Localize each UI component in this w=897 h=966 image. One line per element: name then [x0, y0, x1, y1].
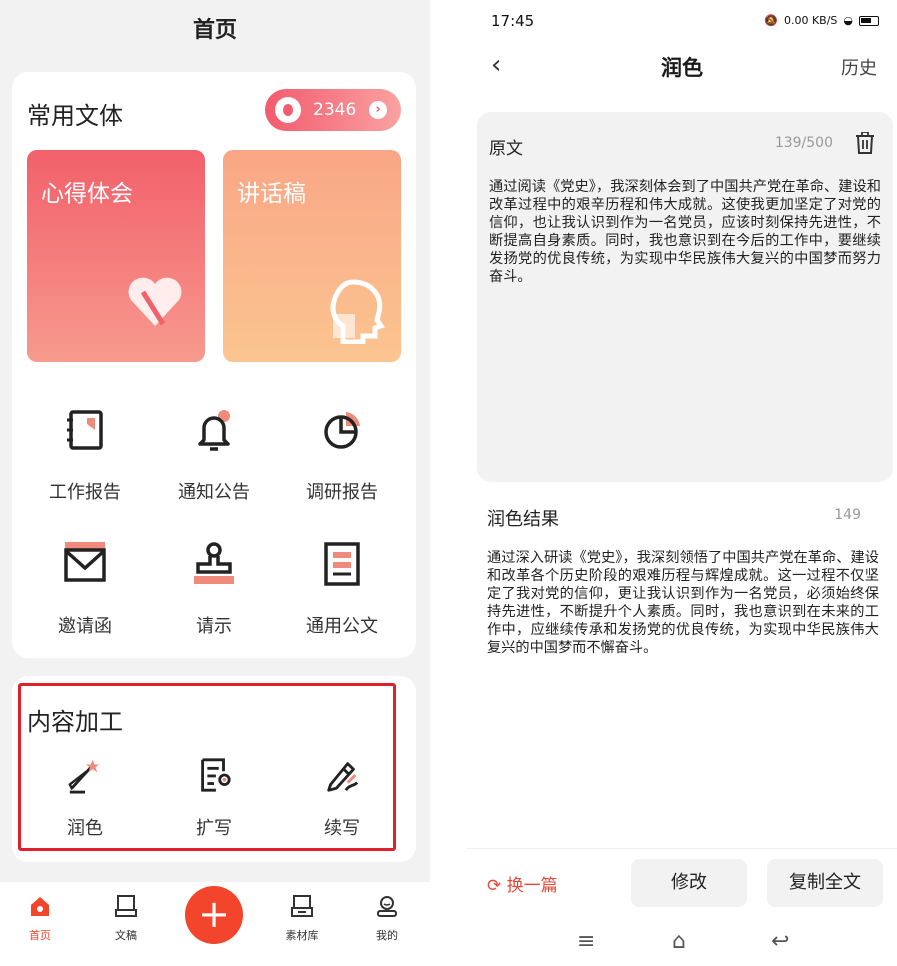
- envelope-icon: [64, 542, 106, 582]
- menu-icon[interactable]: ≡: [577, 929, 595, 954]
- tab-drafts[interactable]: 文稿: [96, 894, 156, 943]
- edit-button[interactable]: 修改: [631, 859, 747, 907]
- profile-icon: [377, 896, 397, 917]
- tab-profile[interactable]: 我的: [357, 894, 417, 943]
- page-title: 首页: [192, 18, 237, 43]
- section-title-common: 常用文体: [27, 102, 123, 130]
- library-icon: [291, 895, 313, 917]
- drafts-icon: [115, 895, 137, 917]
- grid-item-general-doc[interactable]: 通用公文: [282, 542, 402, 638]
- points-badge[interactable]: 2346 ›: [265, 89, 401, 131]
- tab-label: 首页: [29, 929, 51, 942]
- points-value: 2346: [313, 100, 357, 120]
- polish-screen: 17:45 🔕 0.00 KB/S ◒ ‹ 润色 历史 原文 139/500 通…: [467, 0, 897, 966]
- tab-library[interactable]: 素材库: [272, 894, 332, 943]
- return-icon[interactable]: ↩: [771, 929, 789, 954]
- original-textarea[interactable]: 通过阅读《党史》，我深刻体会到了中国共产党在革命、建设和改革过程中的艰辛历程和伟…: [489, 178, 881, 286]
- tile-speech[interactable]: 讲话稿: [223, 150, 401, 362]
- tab-home[interactable]: 首页: [10, 894, 70, 943]
- result-label: 润色结果: [487, 509, 559, 530]
- stamp-icon: [194, 542, 234, 584]
- status-icons: 🔕 0.00 KB/S ◒: [764, 14, 879, 27]
- home-screen: 首页 常用文体 2346 › 心得体会 讲话稿 工作报告 通知公告 调研报告 邀…: [0, 0, 430, 966]
- grid-label: 通用公文: [306, 616, 378, 637]
- notebook-icon: [67, 410, 103, 450]
- net-speed: 0.00 KB/S: [783, 14, 838, 27]
- tile-xinde[interactable]: 心得体会: [27, 150, 205, 362]
- home-nav-icon[interactable]: ⌂: [672, 929, 686, 954]
- original-label: 原文: [489, 139, 523, 159]
- original-char-count: 139/500: [774, 135, 833, 151]
- tab-label: 我的: [376, 929, 398, 942]
- battery-icon: [859, 15, 879, 26]
- grid-label: 请示: [196, 616, 232, 637]
- result-text: 通过深入研读《党史》，我深刻领悟了中国共产党在革命、建设和改革各个历史阶段的艰难…: [487, 550, 879, 656]
- grid-label: 调研报告: [306, 482, 378, 503]
- page-title: 润色: [661, 56, 703, 80]
- mute-icon: 🔕: [764, 14, 778, 27]
- swap-label: 换一篇: [506, 876, 558, 896]
- flame-icon: [275, 97, 301, 123]
- grid-item-request[interactable]: 请示: [154, 542, 274, 638]
- grid-item-work-report[interactable]: 工作报告: [25, 408, 145, 504]
- copy-all-button[interactable]: 复制全文: [767, 859, 883, 907]
- wifi-icon: ◒: [843, 14, 853, 27]
- chevron-right-icon: ›: [369, 101, 387, 119]
- document-icon: [324, 542, 360, 586]
- grid-item-research[interactable]: 调研报告: [282, 408, 402, 504]
- grid-label: 工作报告: [49, 482, 121, 503]
- tile-label: 讲话稿: [237, 181, 306, 207]
- grid-label: 通知公告: [178, 482, 250, 503]
- pie-chart-icon: [324, 412, 360, 449]
- grid-item-invitation[interactable]: 邀请函: [25, 542, 145, 638]
- head-profile-icon: [330, 279, 385, 344]
- refresh-icon: ⟳: [487, 876, 507, 896]
- add-button[interactable]: +: [185, 886, 243, 944]
- swap-button[interactable]: ⟳ 换一篇: [487, 871, 558, 896]
- grid-item-notice[interactable]: 通知公告: [154, 408, 274, 504]
- trash-icon[interactable]: [855, 132, 875, 154]
- original-text-panel: 原文 139/500 通过阅读《党史》，我深刻体会到了中国共产党在革命、建设和改…: [477, 112, 893, 482]
- bell-icon: [198, 410, 230, 451]
- grid-label: 邀请函: [58, 616, 112, 637]
- highlight-box: [18, 683, 396, 851]
- tab-label: 素材库: [285, 929, 319, 942]
- tab-label: 文稿: [115, 929, 137, 942]
- heart-icon: [128, 277, 182, 326]
- action-bar: ⟳ 换一篇 修改 复制全文 ≡ ⌂ ↩: [467, 848, 897, 966]
- status-time: 17:45: [491, 12, 535, 30]
- result-char-count: 149: [834, 507, 861, 523]
- home-icon: [31, 897, 49, 916]
- tile-label: 心得体会: [41, 181, 133, 207]
- history-button[interactable]: 历史: [841, 54, 877, 80]
